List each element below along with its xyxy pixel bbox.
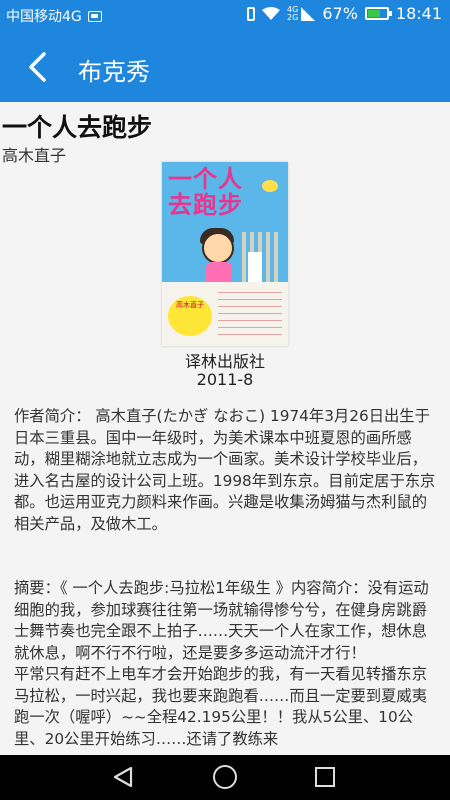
book-summary: 摘要：《 一个人去跑步:马拉松1年级生 》内容简介：没有运动细胞的我，参加球赛往… bbox=[14, 578, 438, 750]
book-cover-image: 一个人 去跑步 高木直子 bbox=[162, 162, 288, 346]
status-bar: 中国移动4G 4G 2G 67% 18:41 bbox=[0, 0, 450, 32]
square-recent-icon[interactable] bbox=[315, 767, 335, 787]
chevron-left-icon bbox=[29, 52, 46, 82]
author-intro: 作者简介： 高木直子(たかぎ なおこ) 1974年3月26日出生于日本三重县。国… bbox=[14, 406, 438, 535]
signal-icon bbox=[301, 6, 316, 21]
cover-face-shape bbox=[202, 232, 234, 264]
network-type-bottom: 2G bbox=[287, 12, 299, 22]
clock: 18:41 bbox=[395, 4, 442, 23]
status-left: 中国移动4G bbox=[6, 6, 102, 26]
cover-sun-shape bbox=[262, 180, 278, 192]
cover-title: 一个人 去跑步 bbox=[168, 165, 243, 219]
vibrate-icon bbox=[247, 6, 256, 21]
status-right: 4G 2G 67% 18:41 bbox=[247, 4, 442, 23]
system-nav-bar bbox=[0, 755, 450, 800]
wifi-icon bbox=[262, 6, 281, 20]
battery-fill bbox=[367, 10, 380, 17]
author-intro-text: 作者简介： 高木直子(たかぎ なおこ) 1974年3月26日出生于日本三重县。国… bbox=[14, 407, 436, 533]
app-title: 布克秀 bbox=[78, 58, 150, 86]
book-publish-date: 2011-8 bbox=[196, 370, 254, 389]
carrier-label: 中国移动4G bbox=[6, 9, 82, 25]
book-detail-content[interactable]: 一个人去跑步 高木直子 一个人 去跑步 高木直子 译林出版社 2011-8 作者… bbox=[0, 102, 450, 755]
battery-icon bbox=[364, 7, 392, 20]
cover-badge: 高木直子 bbox=[168, 296, 212, 336]
network-type: 4G 2G bbox=[287, 5, 299, 22]
summary-paragraph-2: 平常只有赶不上电车才会开始跑步的我，有一天看见转播东京马拉松，一时兴起，我也要来… bbox=[14, 665, 428, 748]
summary-paragraph-1: 摘要：《 一个人去跑步:马拉松1年级生 》内容简介：没有运动细胞的我，参加球赛往… bbox=[14, 579, 429, 662]
battery-percent: 67% bbox=[322, 4, 358, 23]
app-bar: 布克秀 bbox=[0, 32, 450, 102]
circle-home-icon[interactable] bbox=[213, 765, 237, 789]
triangle-back-icon[interactable] bbox=[112, 766, 134, 788]
book-title: 一个人去跑步 bbox=[2, 113, 153, 142]
book-publisher: 译林出版社 bbox=[184, 352, 265, 371]
book-author: 高木直子 bbox=[2, 146, 67, 165]
sim-card-icon bbox=[87, 10, 102, 22]
back-button[interactable] bbox=[22, 50, 56, 84]
cover-text-lines bbox=[218, 292, 282, 340]
